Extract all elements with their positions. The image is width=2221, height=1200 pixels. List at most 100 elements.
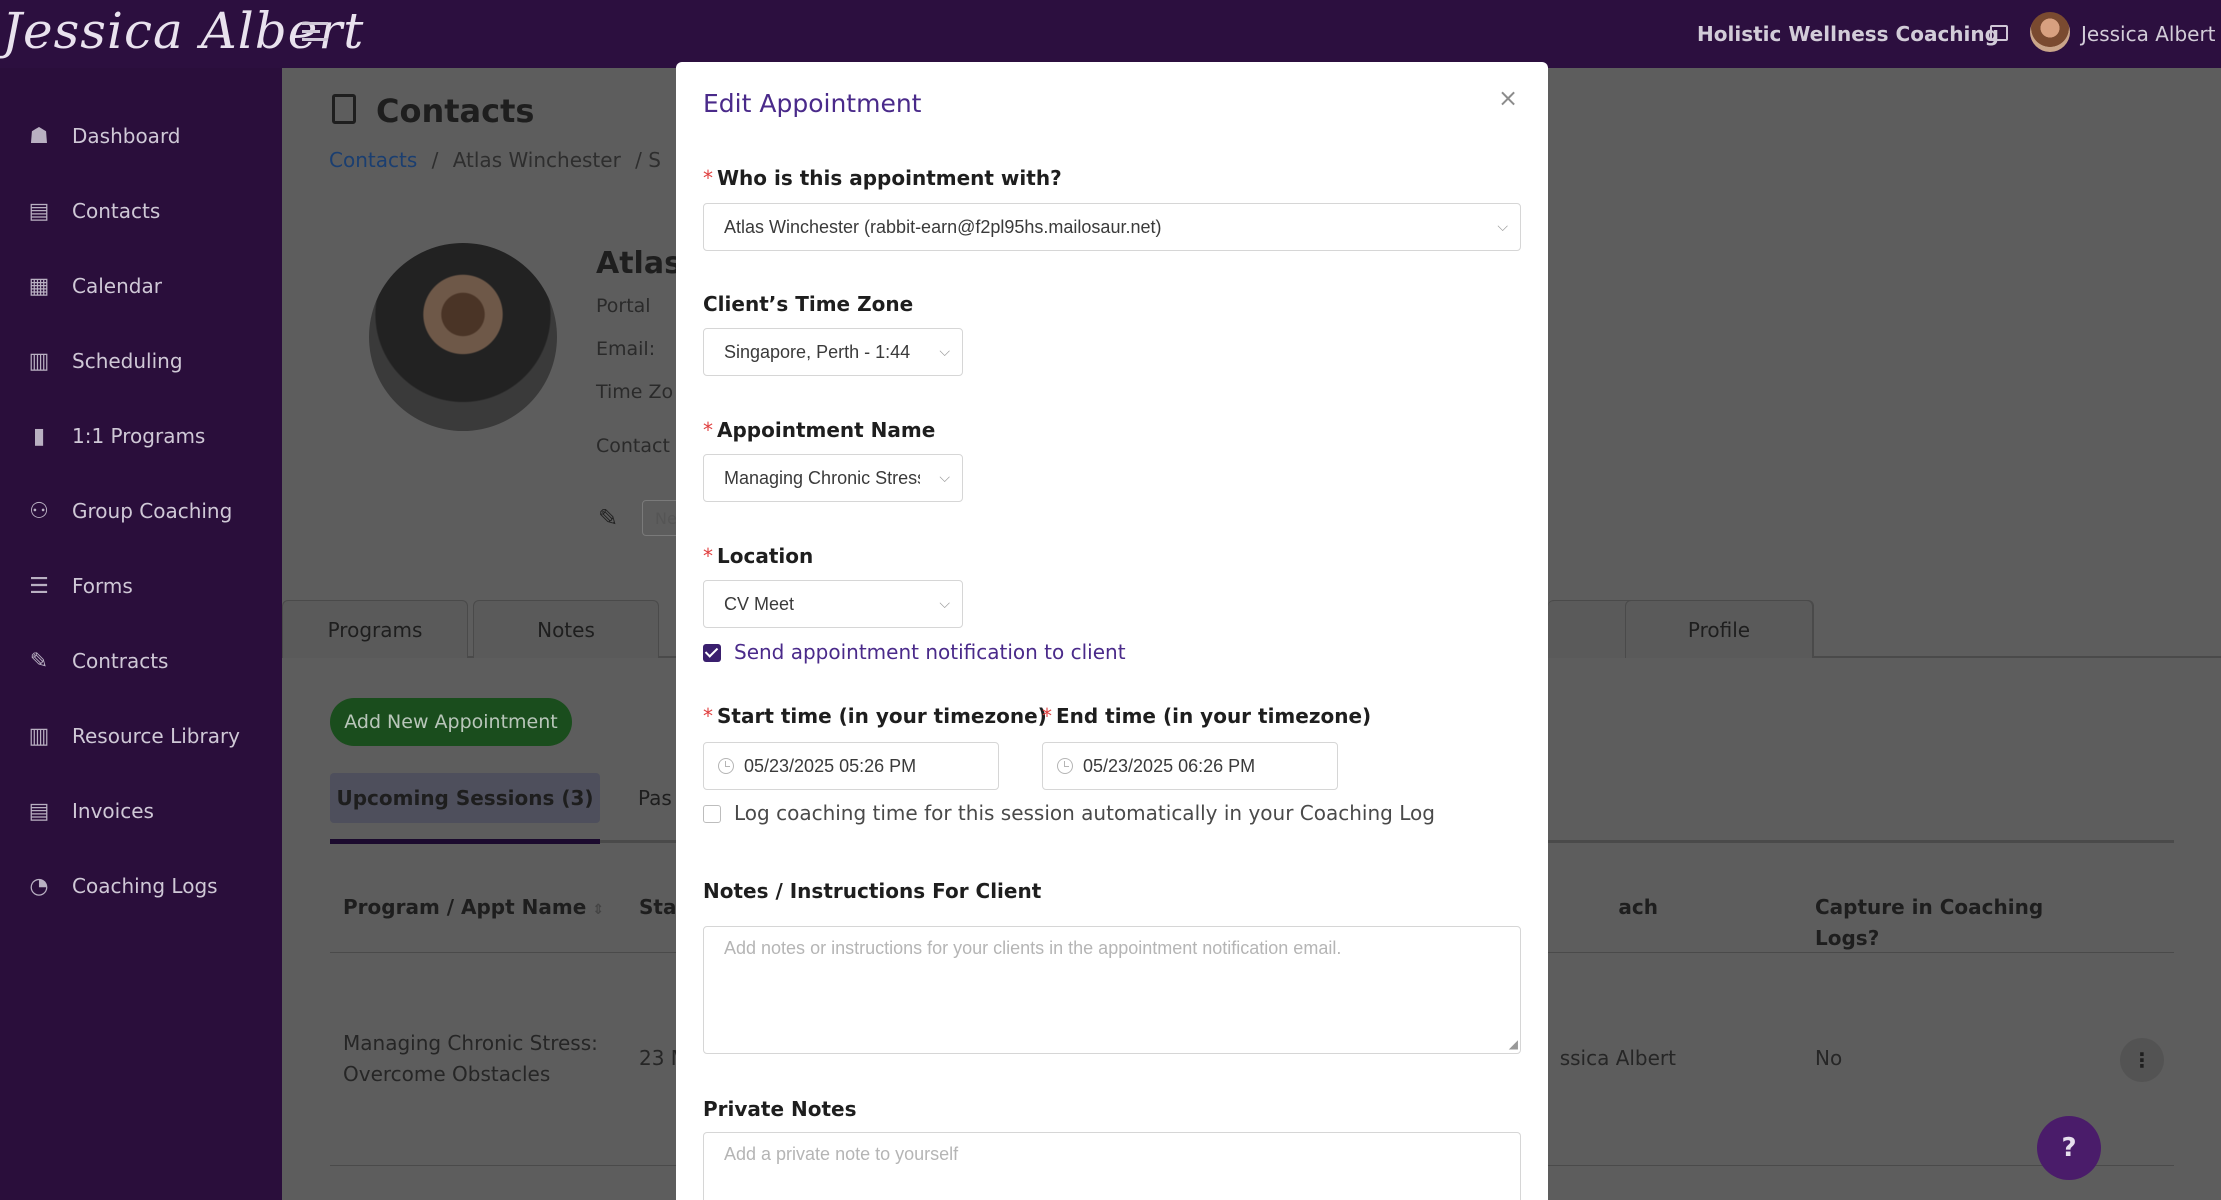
sidebar-item-label: Invoices xyxy=(72,799,154,823)
sidebar-item-label: Group Coaching xyxy=(72,499,233,523)
user-name[interactable]: Jessica Albert xyxy=(2081,22,2216,46)
contact-name: Atlas xyxy=(596,246,682,281)
column-header-capture[interactable]: Capture in Coaching Logs? xyxy=(1815,892,2055,954)
sidebar-item-label: 1:1 Programs xyxy=(72,424,206,448)
page-title: Contacts xyxy=(376,92,535,130)
appointment-name-select[interactable]: Managing Chronic Stress ⌵ xyxy=(703,454,963,502)
appointment-name-cell[interactable]: Managing Chronic Stress: Overcome Obstac… xyxy=(343,1028,633,1090)
close-icon[interactable]: × xyxy=(1498,84,1518,112)
resize-handle-icon[interactable]: ◢ xyxy=(1509,1037,1518,1051)
sidebar-item-label: Calendar xyxy=(72,274,162,298)
private-notes-label: Private Notes xyxy=(703,1097,857,1121)
clock-icon xyxy=(1057,758,1073,774)
log-coaching-label[interactable]: Log coaching time for this session autom… xyxy=(734,801,1435,825)
start-time-label: * Start time (in your timezone) xyxy=(703,704,1047,728)
column-header-label: Program / Appt Name xyxy=(343,895,587,919)
contacts-icon: ▤ xyxy=(28,198,50,224)
who-select-value: Atlas Winchester (rabbit-earn@f2pl95hs.m… xyxy=(724,216,1162,237)
notes-placeholder: Add notes or instructions for your clien… xyxy=(724,938,1342,958)
clock-icon xyxy=(718,758,734,774)
column-header-program[interactable]: Program / Appt Name ⇕ xyxy=(343,892,604,926)
contracts-icon: ✎ xyxy=(29,648,49,674)
sidebar-item-invoices[interactable]: ▤ Invoices xyxy=(0,781,282,841)
who-select[interactable]: Atlas Winchester (rabbit-earn@f2pl95hs.m… xyxy=(703,203,1521,251)
add-new-appointment-button[interactable]: Add New Appointment xyxy=(330,698,572,746)
appointment-name-value: Managing Chronic Stress xyxy=(724,467,920,488)
send-notification-label[interactable]: Send appointment notification to client xyxy=(734,640,1126,664)
contact-photo xyxy=(369,243,557,431)
book-icon: ▮ xyxy=(32,423,46,449)
timezone-label: Time Zo xyxy=(596,381,674,403)
breadcrumb-contact[interactable]: Atlas Winchester xyxy=(453,148,621,172)
active-tab-indicator xyxy=(330,839,600,844)
sidebar-item-label: Contracts xyxy=(72,649,169,673)
chevron-down-icon: ⌵ xyxy=(1497,218,1508,234)
help-button[interactable]: ? xyxy=(2037,1116,2101,1180)
sort-icon[interactable]: ⇕ xyxy=(592,902,604,918)
avatar[interactable] xyxy=(2030,12,2070,52)
send-notification-checkbox[interactable] xyxy=(703,644,721,662)
private-notes-placeholder: Add a private note to yourself xyxy=(724,1144,959,1164)
sidebar-item-label: Coaching Logs xyxy=(72,874,218,898)
who-label-text: Who is this appointment with? xyxy=(717,166,1062,190)
sidebar-item-contracts[interactable]: ✎ Contracts xyxy=(0,631,282,691)
private-notes-textarea[interactable]: Add a private note to yourself xyxy=(703,1132,1521,1200)
sidebar-item-dashboard[interactable]: ☗ Dashboard xyxy=(0,106,282,166)
tab-programs[interactable]: Programs xyxy=(282,600,468,658)
calendar-icon: ▦ xyxy=(28,273,50,299)
appointment-name-label-text: Appointment Name xyxy=(717,418,936,442)
menu-toggle-icon[interactable] xyxy=(302,22,328,46)
end-time-label-text: End time (in your timezone) xyxy=(1056,704,1372,728)
sidebar-item-scheduling[interactable]: ▥ Scheduling xyxy=(0,331,282,391)
tab-past-sessions[interactable]: Pas xyxy=(638,786,672,810)
chevron-down-icon: ⌵ xyxy=(939,595,950,611)
business-name[interactable]: Holistic Wellness Coaching xyxy=(1697,22,1999,46)
log-coaching-checkbox[interactable] xyxy=(703,805,721,823)
sidebar-item-calendar[interactable]: ▦ Calendar xyxy=(0,256,282,316)
clock-icon: ◔ xyxy=(29,873,49,899)
edit-appointment-modal: Edit Appointment × * Who is this appointm… xyxy=(676,62,1548,1200)
tab-profile[interactable]: Profile xyxy=(1625,600,1813,658)
sidebar-item-forms[interactable]: ☰ Forms xyxy=(0,556,282,616)
location-select-value: CV Meet xyxy=(724,593,795,614)
start-time-value: 05/23/2025 05:26 PM xyxy=(744,755,917,776)
contact-label: Contact xyxy=(596,435,670,457)
breadcrumb: Contacts / Atlas Winchester / S xyxy=(329,148,661,172)
top-bar: Jessica Albert Holistic Wellness Coachin… xyxy=(0,0,2221,68)
group-icon: ⚇ xyxy=(29,498,49,524)
location-label-text: Location xyxy=(717,544,814,568)
sidebar-item-label: Resource Library xyxy=(72,724,241,748)
end-time-input[interactable]: 05/23/2025 06:26 PM xyxy=(1042,742,1338,790)
location-select[interactable]: CV Meet ⌵ xyxy=(703,580,963,628)
sidebar: ☗ Dashboard ▤ Contacts ▦ Calendar ▥ Sche… xyxy=(0,68,282,1200)
row-actions-icon[interactable]: ⋮ xyxy=(2120,1038,2164,1082)
sidebar-item-resource-library[interactable]: ▥ Resource Library xyxy=(0,706,282,766)
edit-pencil-icon[interactable]: ✎ xyxy=(598,504,618,532)
required-marker: * xyxy=(703,166,713,190)
timezone-select-value: Singapore, Perth - 1:44 xyxy=(724,341,911,362)
required-marker: * xyxy=(1042,704,1052,728)
location-label: * Location xyxy=(703,544,813,568)
sidebar-item-group-coaching[interactable]: ⚇ Group Coaching xyxy=(0,481,282,541)
start-time-input[interactable]: 05/23/2025 05:26 PM xyxy=(703,742,999,790)
portal-label: Portal xyxy=(596,295,651,317)
switch-business-icon[interactable] xyxy=(1990,25,2008,41)
column-header-coach[interactable]: ach xyxy=(1548,892,1658,923)
appointment-name-label: * Appointment Name xyxy=(703,418,935,442)
dashboard-icon: ☗ xyxy=(29,123,49,149)
breadcrumb-contacts[interactable]: Contacts xyxy=(329,148,417,172)
contacts-icon xyxy=(332,94,356,124)
who-label: * Who is this appointment with? xyxy=(703,166,1062,190)
modal-title: Edit Appointment xyxy=(703,89,922,118)
notes-textarea[interactable]: Add notes or instructions for your clien… xyxy=(703,926,1521,1054)
sidebar-item-programs[interactable]: ▮ 1:1 Programs xyxy=(0,406,282,466)
sidebar-item-coaching-logs[interactable]: ◔ Coaching Logs xyxy=(0,856,282,916)
chevron-down-icon: ⌵ xyxy=(939,343,950,359)
tab-upcoming-sessions[interactable]: Upcoming Sessions (3) xyxy=(330,773,600,823)
capture-cell: No xyxy=(1815,1046,1843,1070)
sidebar-item-contacts[interactable]: ▤ Contacts xyxy=(0,181,282,241)
tab-notes[interactable]: Notes xyxy=(473,600,659,658)
required-marker: * xyxy=(703,418,713,442)
timezone-select[interactable]: Singapore, Perth - 1:44 ⌵ xyxy=(703,328,963,376)
sidebar-item-label: Forms xyxy=(72,574,133,598)
